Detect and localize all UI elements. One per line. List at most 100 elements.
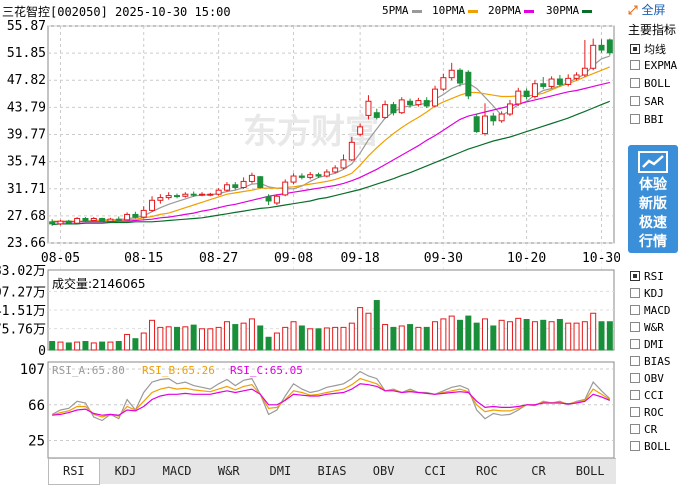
checkbox[interactable]: [630, 339, 640, 349]
option-bias[interactable]: BIAS: [630, 355, 671, 368]
volume-bar: [365, 312, 372, 351]
tab-bias[interactable]: BIAS: [306, 459, 358, 485]
option-label: BBI: [644, 113, 664, 126]
price-tick-label: 35.74: [7, 155, 46, 170]
volume-bar: [223, 321, 230, 351]
option-roc[interactable]: ROC: [630, 406, 664, 419]
price-tick-label: 39.77: [7, 127, 46, 142]
candle-body: [440, 77, 447, 90]
option-boll[interactable]: BOLL: [630, 440, 671, 453]
checkbox[interactable]: [630, 288, 640, 298]
volume-bar: [581, 321, 588, 351]
candle-body: [531, 83, 538, 98]
checkbox[interactable]: [630, 407, 640, 417]
option-boll[interactable]: BOLL: [630, 77, 671, 90]
option-wr[interactable]: W&R: [630, 321, 664, 334]
rsi-a-legend: RSI_A:65.80: [52, 364, 125, 377]
candle-body: [590, 44, 597, 69]
option-bbi[interactable]: BBI: [630, 113, 664, 126]
candle-body: [165, 195, 172, 199]
option-label: OBV: [644, 372, 664, 385]
tab-obv[interactable]: OBV: [358, 459, 410, 485]
candle-body: [407, 100, 414, 106]
candle-body: [490, 115, 497, 122]
option-label: KDJ: [644, 287, 664, 300]
checkbox[interactable]: [630, 114, 640, 124]
checkbox[interactable]: [630, 78, 640, 88]
tab-macd[interactable]: MACD: [151, 459, 203, 485]
checkbox[interactable]: [630, 373, 640, 383]
volume-bar: [348, 322, 355, 351]
option-cci[interactable]: CCI: [630, 389, 664, 402]
new-version-promo[interactable]: 体验 新版 极速 行情: [628, 145, 678, 253]
volume-bar: [465, 315, 472, 351]
candle-body: [598, 44, 605, 51]
candle: [606, 38, 613, 56]
option-kdj[interactable]: KDJ: [630, 287, 664, 300]
date-tick-label: 09-08: [274, 251, 313, 266]
tab-cci[interactable]: CCI: [409, 459, 461, 485]
volume-bar: [190, 324, 197, 351]
option-cr[interactable]: CR: [630, 423, 657, 436]
candle-body: [481, 115, 488, 135]
tab-kdj[interactable]: KDJ: [100, 459, 152, 485]
candle-body: [257, 176, 264, 188]
candle: [273, 194, 280, 206]
candle-body: [348, 141, 355, 161]
option-macd[interactable]: MACD: [630, 304, 671, 317]
indicator-tabs: RSI KDJ MACD W&R DMI BIAS OBV CCI ROC CR BOLL: [48, 458, 616, 485]
date-tick-label: 09-30: [424, 251, 463, 266]
checkbox[interactable]: [630, 424, 640, 434]
option-expma[interactable]: EXPMA: [630, 59, 677, 72]
volume-bar: [481, 318, 488, 351]
candle-body: [432, 88, 439, 107]
candle-body: [198, 193, 205, 196]
checkbox[interactable]: [630, 356, 640, 366]
volume-bar: [323, 327, 330, 351]
option-rsi[interactable]: RSI: [630, 270, 664, 283]
candle-body: [182, 193, 189, 197]
date-tick-label: 08-15: [124, 251, 163, 266]
candle-body: [573, 74, 580, 79]
checkbox[interactable]: [630, 96, 640, 106]
checkbox[interactable]: [630, 271, 640, 281]
candle: [398, 97, 405, 115]
checkbox[interactable]: [630, 441, 640, 451]
fullscreen-button[interactable]: ⤢ 全屏: [628, 1, 665, 18]
option-[interactable]: 均线: [630, 41, 666, 57]
checkbox[interactable]: [630, 322, 640, 332]
checkbox[interactable]: [630, 390, 640, 400]
candle-body: [124, 213, 131, 221]
price-tick-label: 47.82: [7, 73, 46, 88]
indicators-title: 主要指标: [628, 23, 677, 37]
candle-body: [448, 69, 455, 79]
candle-body: [248, 174, 255, 182]
volume-bar: [590, 312, 597, 351]
tab-roc[interactable]: ROC: [461, 459, 513, 485]
tab-cr[interactable]: CR: [513, 459, 565, 485]
ma5-legend: 5PMA: [382, 4, 422, 17]
tab-boll[interactable]: BOLL: [564, 459, 616, 485]
volume-bar: [315, 328, 322, 351]
option-obv[interactable]: OBV: [630, 372, 664, 385]
tab-wr[interactable]: W&R: [203, 459, 255, 485]
rsi-panel: [47, 361, 615, 459]
option-label: CCI: [644, 389, 664, 402]
checkbox[interactable]: [630, 60, 640, 70]
option-label: CR: [644, 423, 658, 436]
promo-line-1: 体验: [639, 177, 667, 193]
candle-body: [90, 217, 97, 221]
volume-bar: [174, 326, 181, 351]
option-sar[interactable]: SAR: [630, 95, 664, 108]
tab-rsi[interactable]: RSI: [48, 459, 100, 485]
candle-body: [174, 195, 181, 198]
checkbox[interactable]: [630, 44, 640, 54]
candle-body: [140, 209, 147, 218]
chart-header: 三花智控[002050] 2025-10-30 15:00 5PMA 10PMA…: [0, 0, 620, 22]
tab-dmi[interactable]: DMI: [255, 459, 307, 485]
volume-bar: [198, 328, 205, 351]
volume-bar: [257, 325, 264, 351]
option-dmi[interactable]: DMI: [630, 338, 664, 351]
checkbox[interactable]: [630, 305, 640, 315]
candle: [99, 217, 106, 222]
